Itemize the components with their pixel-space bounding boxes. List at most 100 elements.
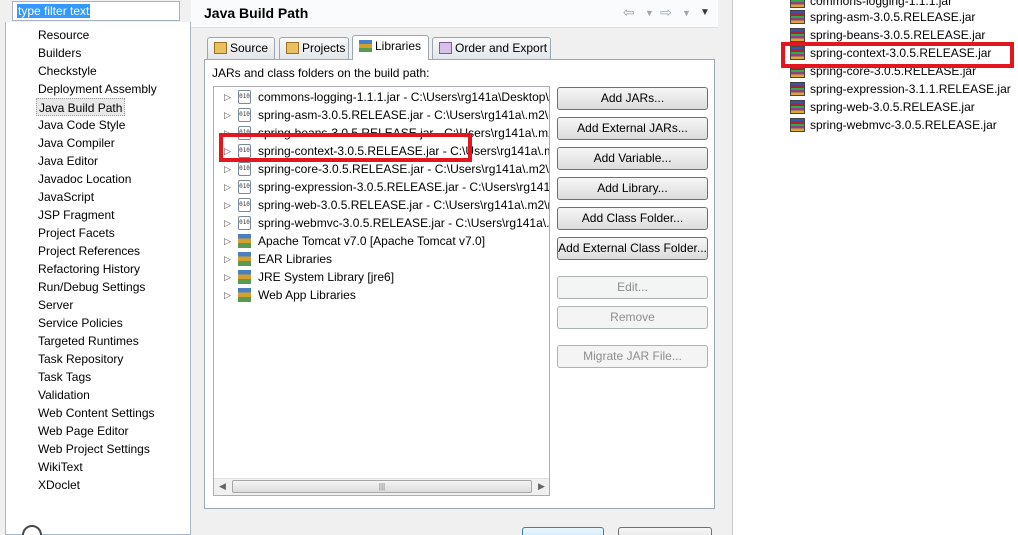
back-arrow-icon[interactable]: ⇦ (623, 4, 635, 21)
project-folder-icon (286, 42, 299, 54)
remove-button[interactable]: Remove (557, 306, 708, 329)
jar-icon: 010 (238, 162, 251, 176)
file-name: spring-web-3.0.5.RELEASE.jar (810, 100, 975, 114)
add-variable-button[interactable]: Add Variable... (557, 147, 708, 170)
view-menu-icon[interactable]: ▼ (700, 7, 710, 18)
archive-icon (790, 10, 805, 24)
scroll-left-icon[interactable]: ◀ (219, 481, 226, 492)
tree-row-label: spring-webmvc-3.0.5.RELEASE.jar - C:\Use… (258, 216, 550, 230)
file-name: spring-expression-3.1.1.RELEASE.jar (810, 82, 1011, 96)
expand-arrow-icon[interactable]: ▷ (224, 268, 231, 286)
tree-row-label: spring-expression-3.0.5.RELEASE.jar - C:… (258, 180, 550, 194)
add-external-jars-button[interactable]: Add External JARs... (557, 117, 708, 140)
back-menu-chevron-icon[interactable]: ▼ (645, 8, 654, 18)
tab-libraries-label: Libraries (375, 39, 422, 53)
nav-item-java-compiler[interactable]: Java Compiler (38, 134, 115, 152)
add-external-class-folder-button[interactable]: Add External Class Folder... (557, 237, 708, 260)
scrollbar-thumb[interactable]: ||| (232, 480, 532, 493)
jar-icon: 010 (238, 180, 251, 194)
nav-item-refactoring-history[interactable]: Refactoring History (38, 260, 140, 278)
nav-item-targeted-runtimes[interactable]: Targeted Runtimes (38, 332, 139, 350)
nav-item-project-references[interactable]: Project References (38, 242, 140, 260)
preference-nav-tree[interactable]: Resource Builders Checkstyle Deployment … (5, 22, 191, 535)
tab-libraries[interactable]: Libraries (352, 35, 429, 60)
nav-item-javadoc-location[interactable]: Javadoc Location (38, 170, 131, 188)
archive-icon (790, 100, 805, 114)
add-class-folder-button[interactable]: Add Class Folder... (557, 207, 708, 230)
tree-row-label: commons-logging-1.1.1.jar - C:\Users\rg1… (258, 90, 549, 104)
expand-arrow-icon[interactable]: ▷ (224, 106, 231, 124)
nav-item-web-content-settings[interactable]: Web Content Settings (38, 404, 155, 422)
nav-item-jsp-fragment[interactable]: JSP Fragment (38, 206, 114, 224)
expand-arrow-icon[interactable]: ▷ (224, 196, 231, 214)
expand-arrow-icon[interactable]: ▷ (224, 232, 231, 250)
library-icon (238, 288, 251, 302)
tree-row-label: spring-web-3.0.5.RELEASE.jar - C:\Users\… (258, 198, 550, 212)
migrate-jar-button[interactable]: Migrate JAR File... (557, 345, 708, 368)
tree-row-label: spring-asm-3.0.5.RELEASE.jar - C:\Users\… (258, 108, 550, 122)
forward-arrow-icon[interactable]: ⇨ (660, 4, 672, 21)
tab-projects-label: Projects (302, 41, 346, 55)
page-title: Java Build Path (204, 5, 309, 21)
archive-icon (790, 118, 805, 132)
forward-menu-chevron-icon[interactable]: ▼ (682, 8, 691, 18)
filter-input[interactable]: type filter text (12, 1, 180, 21)
nav-item-task-repository[interactable]: Task Repository (38, 350, 123, 368)
archive-icon (790, 82, 805, 96)
add-library-button[interactable]: Add Library... (557, 177, 708, 200)
edit-button[interactable]: Edit... (557, 276, 708, 299)
library-icon (238, 234, 251, 248)
ok-button[interactable] (522, 527, 604, 535)
jar-icon: 010 (238, 108, 251, 122)
tab-source[interactable]: Source (207, 37, 275, 59)
file-name: spring-webmvc-3.0.5.RELEASE.jar (810, 118, 997, 132)
expand-arrow-icon[interactable]: ▷ (224, 88, 231, 106)
nav-item-validation[interactable]: Validation (38, 386, 90, 404)
nav-item-service-policies[interactable]: Service Policies (38, 314, 123, 332)
nav-item-xdoclet[interactable]: XDoclet (38, 476, 80, 494)
tree-row-label: JRE System Library [jre6] (258, 270, 395, 284)
tree-row-label: Apache Tomcat v7.0 [Apache Tomcat v7.0] (258, 234, 486, 248)
nav-item-web-page-editor[interactable]: Web Page Editor (38, 422, 129, 440)
tree-row-label: spring-core-3.0.5.RELEASE.jar - C:\Users… (258, 162, 550, 176)
build-path-label: JARs and class folders on the build path… (212, 66, 430, 80)
expand-arrow-icon[interactable]: ▷ (224, 178, 231, 196)
tree-row-label: Web App Libraries (258, 288, 356, 302)
add-jars-button[interactable]: Add JARs... (557, 87, 708, 110)
cancel-button[interactable] (618, 527, 712, 535)
highlight-box (781, 42, 1014, 68)
nav-item-task-tags[interactable]: Task Tags (38, 368, 91, 386)
jar-icon: 010 (238, 216, 251, 230)
nav-item-javascript[interactable]: JavaScript (38, 188, 94, 206)
expand-arrow-icon[interactable]: ▷ (224, 214, 231, 232)
tab-order-and-export[interactable]: Order and Export (432, 37, 551, 59)
nav-item-deployment-assembly[interactable]: Deployment Assembly (38, 80, 157, 98)
source-folder-icon (214, 42, 227, 54)
tab-order-and-export-label: Order and Export (455, 41, 548, 55)
expand-arrow-icon[interactable]: ▷ (224, 250, 231, 268)
archive-icon (790, 0, 805, 8)
expand-arrow-icon[interactable]: ▷ (224, 160, 231, 178)
nav-item-server[interactable]: Server (38, 296, 73, 314)
highlight-box (219, 133, 472, 162)
nav-item-java-editor[interactable]: Java Editor (38, 152, 98, 170)
library-icon (238, 252, 251, 266)
jar-icon: 010 (238, 90, 251, 104)
dialog-border (718, 0, 733, 535)
nav-item-project-facets[interactable]: Project Facets (38, 224, 115, 242)
nav-item-java-code-style[interactable]: Java Code Style (38, 116, 125, 134)
nav-item-wikitext[interactable]: WikiText (38, 458, 83, 476)
tab-projects[interactable]: Projects (279, 37, 349, 59)
jar-icon: 010 (238, 198, 251, 212)
expand-arrow-icon[interactable]: ▷ (224, 286, 231, 304)
nav-item-web-project-settings[interactable]: Web Project Settings (38, 440, 150, 458)
nav-item-builders[interactable]: Builders (38, 44, 81, 62)
nav-item-resource[interactable]: Resource (38, 26, 89, 44)
archive-icon (790, 28, 805, 42)
libraries-icon (359, 40, 372, 52)
file-name: spring-asm-3.0.5.RELEASE.jar (810, 10, 976, 24)
nav-item-run-debug-settings[interactable]: Run/Debug Settings (38, 278, 145, 296)
nav-item-checkstyle[interactable]: Checkstyle (38, 62, 97, 80)
scroll-right-icon[interactable]: ▶ (538, 481, 545, 492)
nav-item-java-build-path[interactable]: Java Build Path (36, 98, 126, 116)
